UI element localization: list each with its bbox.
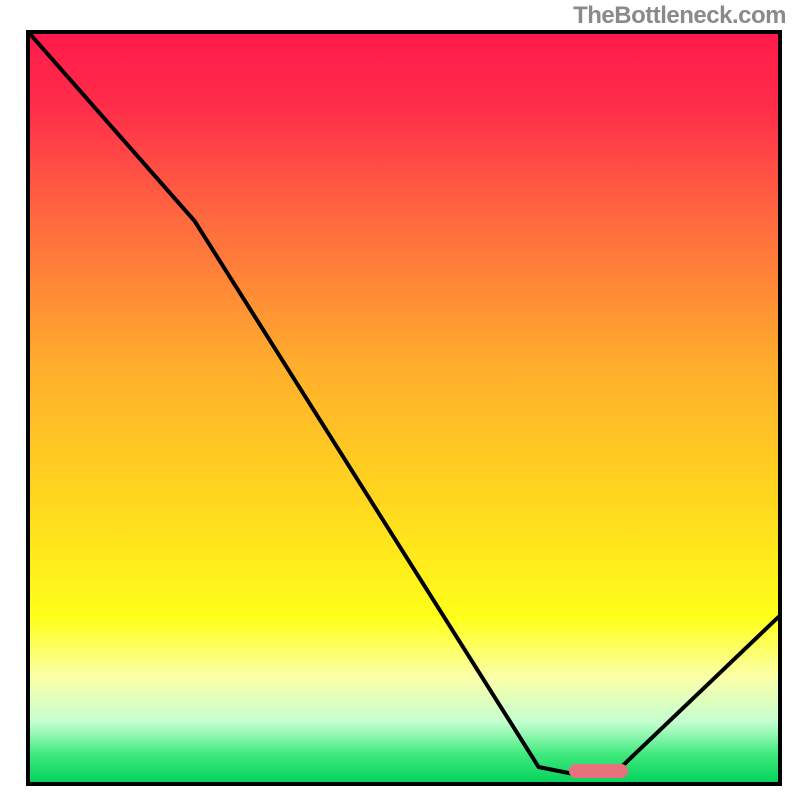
plot-area	[26, 30, 782, 786]
optimal-marker	[569, 764, 629, 778]
curve-path	[30, 34, 778, 775]
bottleneck-curve	[30, 34, 778, 782]
watermark-text: TheBottleneck.com	[573, 2, 786, 30]
